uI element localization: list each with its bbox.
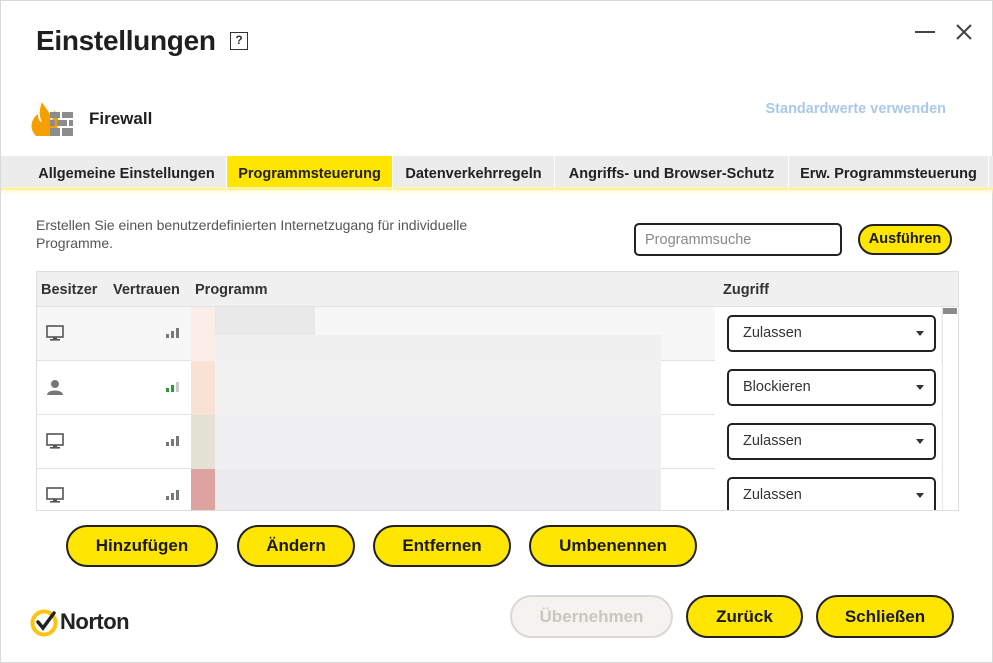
access-cell: Blockieren	[715, 361, 941, 415]
table-header: Besitzer Vertrauen Programm Zugriff	[37, 272, 958, 307]
access-cell: Zulassen	[715, 469, 941, 510]
signal-bars-gray-icon	[166, 490, 179, 500]
help-icon[interactable]: ?	[230, 32, 248, 50]
program-name-redacted	[191, 361, 661, 415]
remove-button[interactable]: Entfernen	[373, 525, 511, 567]
access-select-value: Zulassen	[743, 325, 802, 341]
rename-button[interactable]: Umbenennen	[529, 525, 697, 567]
tab-bar: Allgemeine Einstellungen Programmsteueru…	[1, 156, 993, 195]
column-header-owner[interactable]: Besitzer	[41, 282, 97, 298]
computer-icon	[46, 433, 64, 449]
program-name-redacted	[191, 307, 661, 361]
tab-program-control[interactable]: Programmsteuerung	[227, 156, 393, 190]
access-select-value: Zulassen	[743, 487, 802, 503]
signal-bars-gray-icon	[166, 436, 179, 446]
scrollbar-thumb[interactable]	[943, 308, 957, 314]
chevron-down-icon	[916, 439, 924, 444]
section-title: Firewall	[89, 109, 153, 128]
access-select[interactable]: Zulassen	[727, 477, 936, 510]
use-defaults-link[interactable]: Standardwerte verwenden	[766, 101, 947, 117]
settings-window: Einstellungen ? Firewall Standardwerte v…	[0, 0, 993, 663]
column-header-program[interactable]: Programm	[195, 282, 268, 298]
access-select[interactable]: Zulassen	[727, 423, 936, 460]
norton-logo: Norton	[30, 607, 145, 639]
access-cell: Zulassen	[715, 415, 941, 469]
apply-button[interactable]: Übernehmen	[510, 595, 673, 638]
tab-traffic-rules[interactable]: Datenverkehrregeln	[393, 156, 555, 190]
back-button[interactable]: Zurück	[686, 595, 803, 638]
scrollbar-track	[942, 307, 943, 510]
computer-icon	[46, 487, 64, 503]
signal-bars-gray-icon	[166, 328, 179, 338]
norton-wordmark: Norton	[60, 609, 130, 634]
run-search-button[interactable]: Ausführen	[858, 224, 952, 255]
close-icon[interactable]	[953, 21, 975, 43]
computer-icon	[46, 325, 64, 341]
table-row[interactable]: Zulassen	[37, 469, 942, 510]
program-search-input[interactable]	[634, 223, 842, 256]
user-icon	[47, 380, 63, 395]
tab-advanced-program-control[interactable]: Erw. Programmsteuerung	[789, 156, 989, 190]
table-row[interactable]: Zulassen	[37, 415, 942, 469]
minimize-button[interactable]	[911, 19, 939, 43]
column-header-trust[interactable]: Vertrauen	[113, 282, 180, 298]
access-cell: Zulassen	[715, 307, 941, 361]
program-table: Besitzer Vertrauen Programm Zugriff Zula…	[36, 271, 959, 511]
signal-bars-green-icon	[166, 382, 179, 392]
window-title: Einstellungen	[36, 25, 216, 56]
table-row[interactable]: Zulassen	[37, 307, 942, 361]
access-select-value: Blockieren	[743, 379, 811, 395]
access-select[interactable]: Blockieren	[727, 369, 936, 406]
firewall-icon	[31, 102, 73, 136]
norton-check-icon	[30, 609, 58, 637]
column-header-access[interactable]: Zugriff	[723, 282, 769, 298]
minimize-icon	[915, 31, 935, 33]
program-name-redacted	[191, 469, 661, 510]
chevron-down-icon	[916, 331, 924, 336]
access-select-value: Zulassen	[743, 433, 802, 449]
table-scrollbar[interactable]	[942, 307, 958, 510]
chevron-down-icon	[916, 493, 924, 498]
program-name-redacted	[191, 415, 661, 469]
chevron-down-icon	[916, 385, 924, 390]
close-button[interactable]: Schließen	[816, 595, 954, 638]
tab-bar-shadow	[1, 187, 993, 195]
tab-general-settings[interactable]: Allgemeine Einstellungen	[27, 156, 227, 190]
table-row[interactable]: Blockieren	[37, 361, 942, 415]
change-button[interactable]: Ändern	[237, 525, 355, 567]
add-button[interactable]: Hinzufügen	[66, 525, 218, 567]
access-select[interactable]: Zulassen	[727, 315, 936, 352]
description-text: Erstellen Sie einen benutzerdefinierten …	[36, 217, 468, 251]
tab-intrusion-browser-protection[interactable]: Angriffs- und Browser-Schutz	[555, 156, 789, 190]
